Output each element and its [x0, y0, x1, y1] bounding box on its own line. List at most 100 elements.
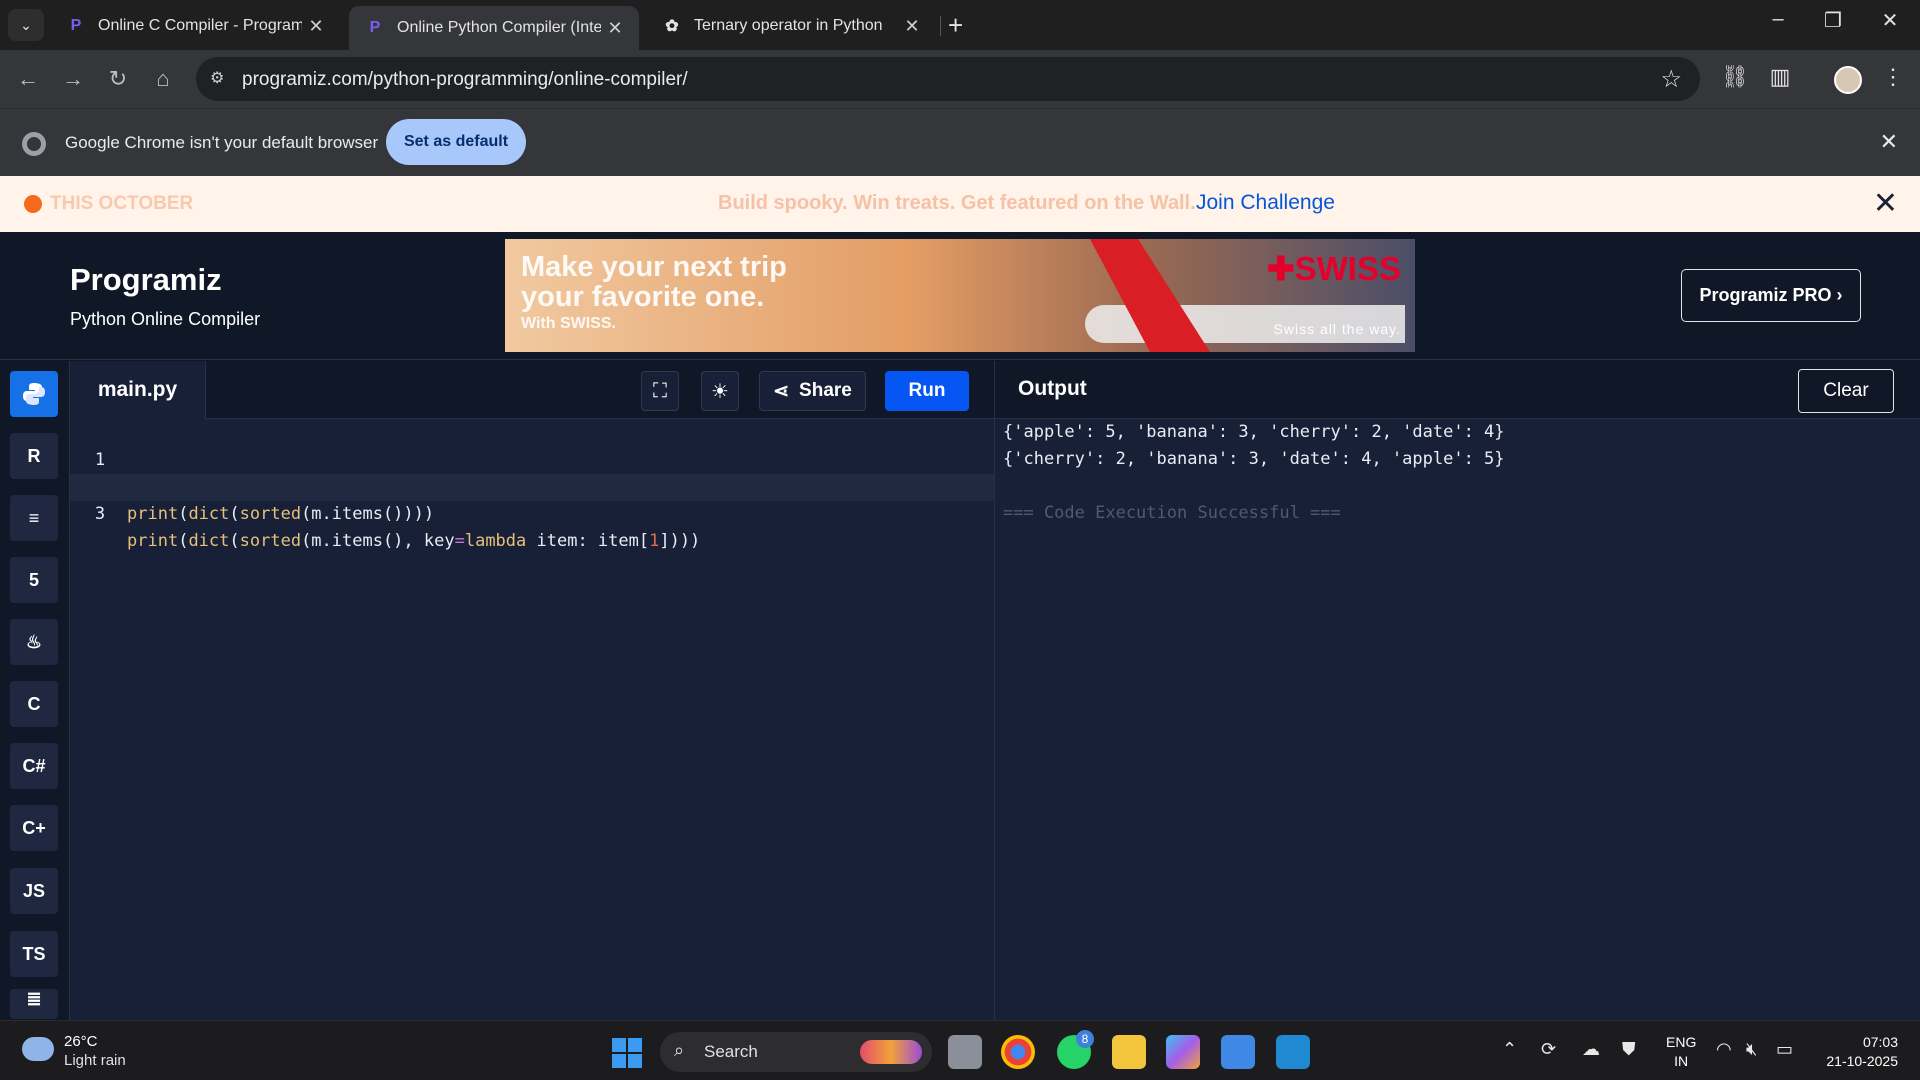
- tab-c-compiler[interactable]: P Online C Compiler - Programiz ✕: [50, 6, 340, 46]
- vscode-icon[interactable]: [1276, 1035, 1310, 1069]
- code-text: print(dict(sorted(m.items(), key=lambda …: [127, 528, 700, 555]
- sql-icon[interactable]: ≡: [10, 495, 58, 541]
- volume-muted-icon[interactable]: 🔇︎: [1746, 1039, 1757, 1060]
- code-token: print: [127, 531, 179, 551]
- csharp-icon[interactable]: C#: [10, 743, 58, 789]
- close-icon[interactable]: ✕: [1873, 186, 1898, 221]
- sync-icon[interactable]: ⟳: [1541, 1039, 1556, 1060]
- close-icon[interactable]: ✕: [1880, 129, 1898, 155]
- ad-brand: ✚SWISS: [1267, 250, 1401, 287]
- file-explorer-icon[interactable]: [1112, 1035, 1146, 1069]
- set-as-default-button[interactable]: Set as default: [386, 119, 526, 165]
- file-tab-main-py[interactable]: main.py: [70, 361, 206, 419]
- weather-condition[interactable]: Light rain: [64, 1052, 126, 1069]
- code-token: item: item[: [526, 531, 650, 551]
- ad-slogan: Swiss all the way.: [1273, 321, 1401, 337]
- onedrive-icon[interactable]: ☁: [1582, 1039, 1600, 1060]
- python-icon[interactable]: [10, 371, 58, 417]
- programiz-pro-button[interactable]: Programiz PRO ›: [1681, 269, 1861, 322]
- output-line: {'cherry': 2, 'banana': 3, 'date': 4, 'a…: [1003, 449, 1505, 469]
- code-editor[interactable]: 1 m = {'banana': 3, 'apple': 5, 'cherry'…: [70, 419, 994, 1020]
- bookmark-star-icon[interactable]: ☆: [1660, 65, 1682, 94]
- share-label: Share: [799, 380, 852, 401]
- r-icon[interactable]: R: [10, 433, 58, 479]
- fullscreen-icon[interactable]: ⛶: [641, 371, 679, 411]
- battery-icon[interactable]: ▭: [1776, 1039, 1793, 1060]
- language-indicator[interactable]: ENG IN: [1666, 1033, 1696, 1071]
- code-token: ]))): [659, 531, 701, 551]
- banner-message: Build spooky. Win treats. Get featured o…: [718, 192, 1196, 214]
- tab-title: Online Python Compiler (Interp: [397, 19, 601, 36]
- show-hidden-icons[interactable]: ⌃: [1502, 1039, 1517, 1060]
- code-line-active[interactable]: 3 print(dict(sorted(m.items(), key=lambd…: [70, 474, 994, 551]
- wifi-icon[interactable]: ◠: [1716, 1039, 1732, 1060]
- copilot-icon[interactable]: [1166, 1035, 1200, 1069]
- home-button[interactable]: ⌂: [148, 64, 178, 94]
- run-button[interactable]: Run: [885, 371, 969, 411]
- minimize-button[interactable]: –: [1758, 8, 1798, 31]
- ts-icon[interactable]: TS: [10, 931, 58, 977]
- tab-python-compiler[interactable]: P Online Python Compiler (Interp ✕: [349, 6, 639, 50]
- clear-button[interactable]: Clear: [1798, 369, 1894, 413]
- programiz-logo[interactable]: Programiz: [70, 262, 222, 298]
- taskbar-search[interactable]: ⌕ Search: [660, 1032, 932, 1072]
- notepad-icon[interactable]: [1221, 1035, 1255, 1069]
- share-button[interactable]: ⋖ Share: [759, 371, 866, 411]
- close-icon[interactable]: ✕: [898, 16, 926, 37]
- address-bar[interactable]: ⚙ programiz.com/python-programming/onlin…: [196, 57, 1700, 101]
- tab-search-button[interactable]: ⌄: [8, 9, 44, 41]
- reload-button[interactable]: ↻: [103, 64, 133, 94]
- code-token: (: [229, 504, 240, 524]
- close-icon[interactable]: ✕: [302, 16, 330, 37]
- tab-ternary-operator[interactable]: ✿ Ternary operator in Python ✕: [646, 6, 936, 46]
- profile-avatar[interactable]: [1834, 66, 1862, 94]
- java-icon[interactable]: ♨: [10, 619, 58, 665]
- code-token: dict: [188, 531, 230, 551]
- output-line: {'apple': 5, 'banana': 3, 'cherry': 2, '…: [1003, 422, 1505, 442]
- browser-tab-strip: ⌄ P Online C Compiler - Programiz ✕ P On…: [0, 0, 1920, 50]
- search-label: Search: [704, 1042, 758, 1061]
- site-header: Programiz Python Online Compiler Make yo…: [0, 232, 1920, 360]
- new-tab-button[interactable]: +: [948, 10, 963, 41]
- windows-start-icon[interactable]: [612, 1038, 642, 1068]
- back-button[interactable]: ←: [13, 64, 43, 94]
- line-number: 3: [94, 504, 106, 524]
- restore-button[interactable]: ❐: [1813, 8, 1853, 33]
- region-code: IN: [1674, 1053, 1689, 1069]
- theme-toggle-icon[interactable]: ☀: [701, 371, 739, 411]
- programiz-icon: P: [70, 17, 82, 34]
- reading-mode-icon[interactable]: ▥: [1765, 64, 1795, 90]
- c-icon[interactable]: C: [10, 681, 58, 727]
- code-token: (: [178, 504, 189, 524]
- site-info-icon[interactable]: ⚙: [210, 68, 232, 90]
- output-title: Output: [1018, 377, 1087, 400]
- tab-title: Ternary operator in Python: [694, 17, 883, 34]
- advertisement[interactable]: Make your next trip your favorite one. W…: [505, 239, 1415, 352]
- task-view-icon[interactable]: [948, 1035, 982, 1069]
- menu-icon[interactable]: ⋮: [1878, 64, 1908, 90]
- code-line[interactable]: 1 m = {'banana': 3, 'apple': 5, 'cherry'…: [70, 420, 994, 497]
- code-token: dict: [188, 504, 230, 524]
- code-line[interactable]: 2 print(dict(sorted(m.items()))): [70, 447, 994, 524]
- language-code: ENG: [1666, 1034, 1697, 1050]
- code-token: (: [229, 531, 240, 551]
- swift-icon[interactable]: ≣: [10, 989, 58, 1019]
- security-shield-icon[interactable]: ⛊: [1622, 1039, 1636, 1060]
- tab-divider: [940, 16, 941, 36]
- cpp-icon[interactable]: C+: [10, 805, 58, 851]
- output-console[interactable]: {'apple': 5, 'banana': 3, 'cherry': 2, '…: [994, 419, 1920, 1020]
- close-window-button[interactable]: ✕: [1870, 8, 1910, 33]
- chrome-taskbar-icon[interactable]: [1001, 1035, 1035, 1069]
- forward-button[interactable]: →: [58, 64, 88, 94]
- code-token: (: [178, 531, 189, 551]
- system-clock[interactable]: 07:03 21-10-2025: [1818, 1033, 1898, 1071]
- close-icon[interactable]: ✕: [601, 18, 629, 39]
- weather-cloud-icon[interactable]: [22, 1037, 54, 1061]
- url-text: programiz.com/python-programming/online-…: [242, 69, 688, 90]
- js-icon[interactable]: JS: [10, 868, 58, 914]
- join-challenge-link[interactable]: Join Challenge: [1196, 191, 1335, 215]
- html-icon[interactable]: 5: [10, 557, 58, 603]
- clock-date: 21-10-2025: [1826, 1053, 1898, 1069]
- link-icon[interactable]: ⛓: [1720, 64, 1750, 90]
- weather-temp[interactable]: 26°C: [64, 1033, 98, 1050]
